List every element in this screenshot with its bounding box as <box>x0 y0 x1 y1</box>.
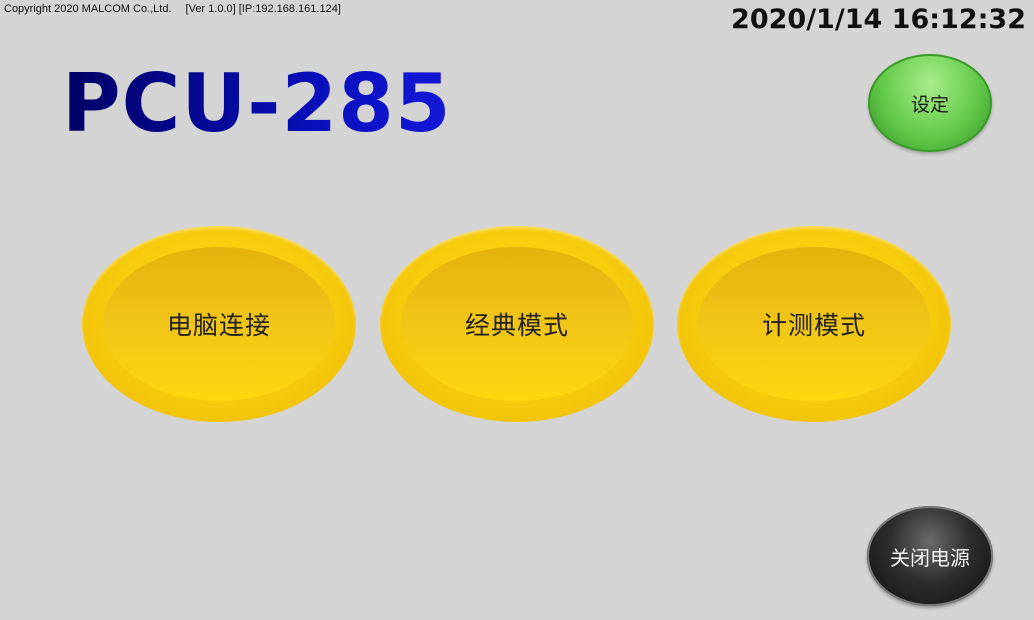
classic-mode-button-label: 经典模式 <box>464 311 569 340</box>
version-info: [Ver 1.0.0] [IP:192.168.161.124] <box>185 3 341 15</box>
measure-mode-button-face: 计测模式 <box>698 247 930 401</box>
settings-button[interactable]: 设定 <box>868 54 992 152</box>
pc-connect-button-face: 电脑连接 <box>103 247 335 401</box>
settings-button-label: 设定 <box>910 93 949 116</box>
measure-mode-button[interactable]: 计测模式 <box>677 226 951 422</box>
datetime-display: 2020/1/14 16:12:32 <box>731 4 1026 35</box>
copyright-text: Copyright 2020 MALCOM Co.,Ltd. <box>4 3 172 15</box>
pc-connect-button[interactable]: 电脑连接 <box>82 226 356 422</box>
measure-mode-button-label: 计测模式 <box>761 311 866 340</box>
power-off-button[interactable]: 关闭电源 <box>867 506 993 606</box>
pc-connect-button-label: 电脑连接 <box>166 311 271 340</box>
device-title: PCU-285 <box>62 57 452 150</box>
classic-mode-button[interactable]: 经典模式 <box>380 226 654 422</box>
classic-mode-button-face: 经典模式 <box>401 247 633 401</box>
power-off-button-label: 关闭电源 <box>890 545 970 570</box>
copyright-bar: Copyright 2020 MALCOM Co.,Ltd. [Ver 1.0.0… <box>4 3 341 15</box>
